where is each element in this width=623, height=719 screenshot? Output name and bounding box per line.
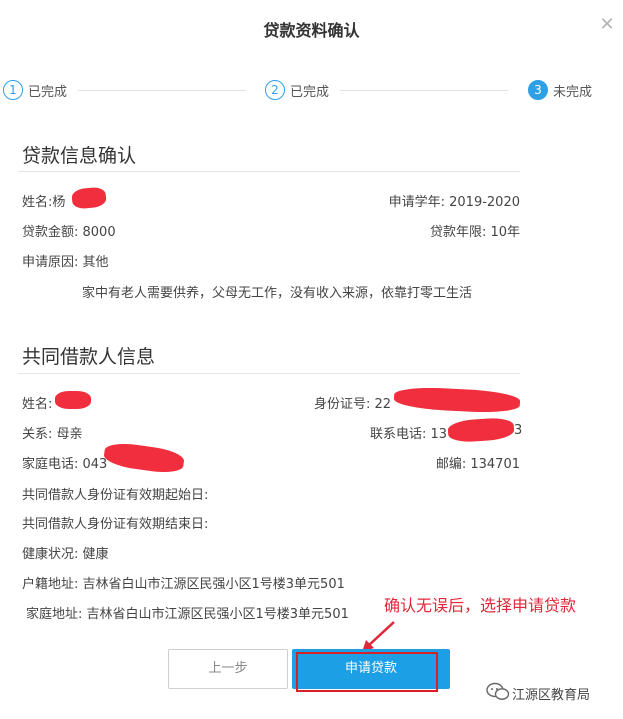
applicant-name-value: 杨 xyxy=(52,195,66,210)
co-borrower-id: 身份证号: 22 xyxy=(314,397,392,412)
annotation-highlight-box xyxy=(296,652,438,692)
applicant-name: 姓名:杨 xyxy=(22,191,65,210)
school-year: 申请学年: 2019-2020 xyxy=(388,195,520,210)
health-status: 健康状况: 健康 xyxy=(22,547,109,562)
applicant-name-label: 姓名: xyxy=(22,195,53,210)
step-2-label: 已完成 xyxy=(290,85,330,100)
previous-step-button[interactable]: 上一步 xyxy=(168,649,288,689)
dialog-title: 贷款资料确认 xyxy=(263,21,360,40)
home-address: 家庭地址: 吉林省白山市江源区民强小区1号楼3单元501 xyxy=(26,607,349,622)
loan-info-heading: 贷款信息确认 xyxy=(22,145,137,167)
section-divider xyxy=(18,373,520,374)
step-connector xyxy=(78,90,246,91)
redaction-mark xyxy=(55,391,91,409)
step-2-circle: 2 xyxy=(265,80,285,100)
redaction-mark xyxy=(102,440,186,476)
id-valid-end: 共同借款人身份证有效期结束日: xyxy=(22,517,209,532)
apply-reason-detail: 家中有老人需要供养，父母无工作，没有收入来源，依靠打零工生活 xyxy=(82,286,473,301)
co-borrower-heading: 共同借款人信息 xyxy=(22,346,156,368)
co-borrower-home-phone: 家庭电话: 043 xyxy=(22,457,108,472)
section-divider xyxy=(18,171,520,172)
redaction-mark xyxy=(447,416,515,444)
annotation-text: 确认无误后，选择申请贷款 xyxy=(384,596,577,615)
close-icon[interactable]: ✕ xyxy=(598,16,616,34)
loan-amount: 贷款金额: 8000 xyxy=(22,225,116,240)
co-borrower-phone: 联系电话: 13 xyxy=(370,427,448,442)
id-valid-start: 共同借款人身份证有效期起始日: xyxy=(22,488,209,503)
step-3-circle: 3 xyxy=(528,80,548,100)
co-borrower-postcode: 邮编: 134701 xyxy=(435,457,520,472)
apply-reason: 申请原因: 其他 xyxy=(22,255,109,270)
step-connector xyxy=(340,90,508,91)
redaction-mark xyxy=(393,385,521,415)
co-borrower-name: 姓名: xyxy=(22,397,53,412)
step-1-label: 已完成 xyxy=(28,85,68,100)
redaction-mark xyxy=(71,186,107,210)
wechat-icon xyxy=(486,682,510,700)
household-address: 户籍地址: 吉林省白山市江源区民强小区1号楼3单元501 xyxy=(22,577,345,592)
co-borrower-relation: 关系: 母亲 xyxy=(22,427,83,442)
co-borrower-phone-tail: 3 xyxy=(514,423,523,438)
step-3-label: 未完成 xyxy=(553,85,593,100)
step-1-circle: 1 xyxy=(3,80,23,100)
watermark-text: 江源区教育局 xyxy=(512,688,591,703)
loan-term: 贷款年限: 10年 xyxy=(429,225,520,240)
